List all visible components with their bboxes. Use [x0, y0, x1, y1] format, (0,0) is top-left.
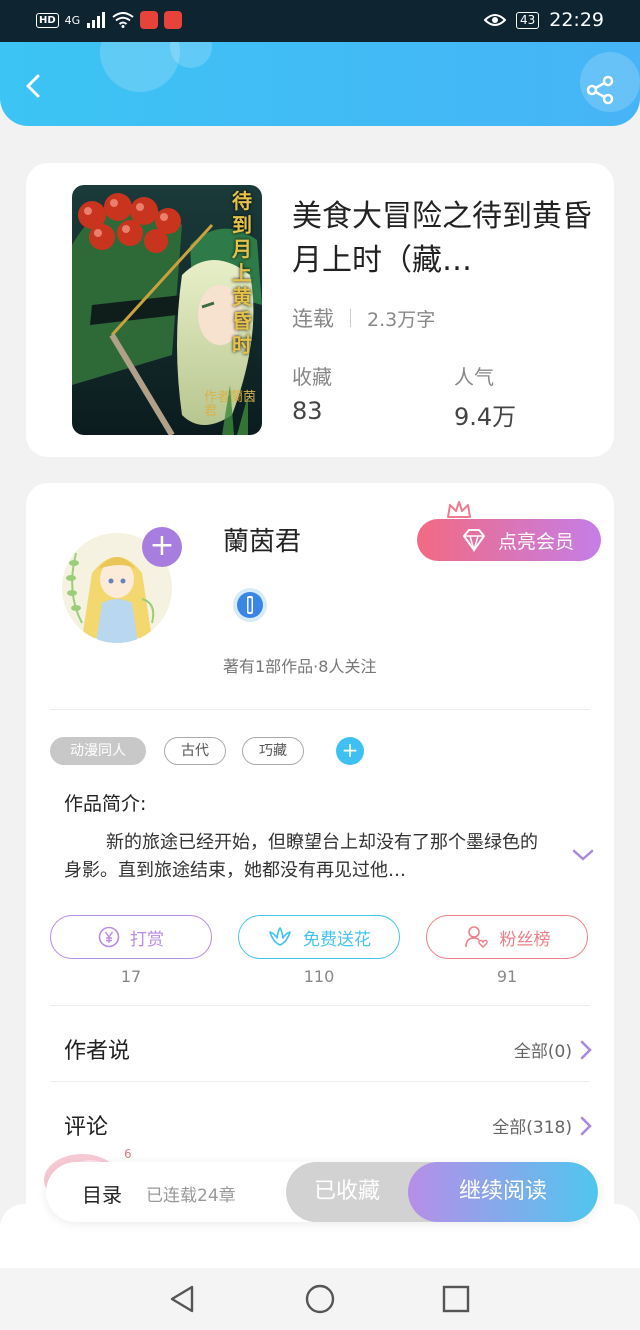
- flower-count: 110: [303, 967, 335, 986]
- book-cover[interactable]: 待到月上黄昏时 作者蘭茵君: [72, 185, 262, 435]
- battery-indicator: 43: [515, 11, 540, 29]
- share-icon: [586, 75, 614, 105]
- follow-author-button[interactable]: +: [142, 527, 182, 567]
- decor-bubble: [100, 42, 180, 92]
- book-info-card: 待到月上黄昏时 作者蘭茵君 美食大冒险之待到黄昏月上时（藏… 连载 2.3万字 …: [26, 163, 614, 457]
- reward-label: 打赏: [130, 929, 164, 950]
- tag-ancient[interactable]: 古代: [164, 737, 226, 765]
- square-recent-icon: [442, 1285, 470, 1313]
- eye-icon: [483, 14, 506, 26]
- svg-text:6: 6: [124, 1147, 132, 1161]
- send-flower-button[interactable]: 免费送花: [238, 915, 400, 959]
- collected-label: 已收藏: [313, 1179, 380, 1204]
- status-bar: HD 4G 43 22:29: [0, 0, 640, 42]
- divider: [50, 1081, 590, 1082]
- circle-home-icon: [305, 1284, 335, 1314]
- nav-home-button[interactable]: [304, 1283, 336, 1315]
- intro-title: 作品简介:: [64, 793, 147, 815]
- author-stats: 著有1部作品·8人关注: [223, 657, 377, 676]
- intro-text: 新的旅途已经开始，但瞭望台上却没有了那个墨绿色的身影。直到旅途结束，她都没有再见…: [64, 832, 538, 881]
- author-says-link[interactable]: 全部(0): [514, 1037, 592, 1062]
- popularity-label: 人气: [454, 365, 494, 389]
- fan-ranking-button[interactable]: 粉丝榜: [426, 915, 588, 959]
- send-flower-label: 免费送花: [303, 929, 371, 950]
- chapter-count: 已连载24章: [146, 1186, 236, 1206]
- detail-card: + 蘭茵君 著有1部作品·8人关注 点亮会员 动漫同人 古代 巧藏 + 作品简介…: [26, 483, 614, 1243]
- divider: [50, 709, 590, 710]
- reward-count: 17: [120, 967, 142, 986]
- flower-icon: [269, 927, 291, 946]
- author-says-title: 作者说: [64, 1039, 131, 1064]
- popularity-value: 9.4万: [454, 403, 517, 431]
- bottom-action-bar: 目录 已连载24章 已收藏 继续阅读: [46, 1162, 598, 1222]
- share-button[interactable]: [584, 74, 616, 106]
- chevron-right-icon: [580, 1040, 592, 1059]
- chevron-left-icon: [26, 74, 40, 98]
- reward-button[interactable]: 打赏: [50, 915, 212, 959]
- status-right: 43 22:29: [483, 9, 604, 31]
- toc-label: 目录: [82, 1183, 122, 1207]
- book-meta: 连载 2.3万字: [292, 303, 435, 333]
- signal-icon: [87, 12, 106, 28]
- back-button[interactable]: [18, 70, 50, 102]
- cover-signature: 作者蘭茵君: [204, 390, 257, 419]
- fan-ranking-label: 粉丝榜: [499, 929, 551, 950]
- comments-link[interactable]: 全部(318): [492, 1113, 592, 1138]
- medal-icon: [233, 588, 267, 622]
- word-count: 2.3万字: [367, 308, 436, 331]
- book-title: 美食大冒险之待到黄昏月上时（藏…: [292, 199, 592, 278]
- system-nav-bar: [0, 1268, 640, 1330]
- author-says-link-label: 全部(0): [513, 1042, 572, 1062]
- hd-indicator: HD: [36, 12, 59, 28]
- expand-intro-button[interactable]: [570, 845, 596, 865]
- diamond-icon: [462, 529, 485, 552]
- signal-label: 4G: [64, 13, 81, 27]
- tag-anime-fanfic[interactable]: 动漫同人: [50, 737, 146, 765]
- tag-qiaocang[interactable]: 巧藏: [242, 737, 304, 765]
- comments-link-label: 全部(318): [492, 1118, 572, 1138]
- yen-icon: [98, 926, 120, 948]
- collect-value: 83: [292, 397, 323, 425]
- triangle-back-icon: [170, 1285, 194, 1313]
- status-left: HD 4G: [36, 11, 183, 29]
- comments-title: 评论: [64, 1115, 109, 1140]
- cover-title-text: 待到月上黄昏时: [232, 189, 252, 357]
- divider: [50, 1005, 590, 1006]
- toc-button[interactable]: 目录 已连载24章: [46, 1162, 286, 1222]
- meta-divider: [350, 309, 351, 327]
- author-level-badge: [232, 587, 268, 623]
- huawei-app-icon: [140, 11, 159, 29]
- chevron-right-icon: [580, 1116, 592, 1135]
- book-app-icon: [164, 11, 183, 29]
- nav-back-button[interactable]: [166, 1283, 198, 1315]
- collect-label: 收藏: [292, 365, 332, 389]
- fan-count: 91: [496, 967, 518, 986]
- continue-reading-label: 继续阅读: [458, 1179, 547, 1204]
- clock: 22:29: [549, 9, 604, 31]
- chevron-down-icon: [572, 849, 594, 861]
- nav-recent-button[interactable]: [440, 1283, 472, 1315]
- vip-button[interactable]: 点亮会员: [417, 519, 601, 561]
- author-name[interactable]: 蘭茵君: [223, 521, 301, 558]
- crown-icon: [447, 501, 471, 518]
- user-heart-icon: [464, 926, 488, 948]
- vip-button-label: 点亮会员: [497, 530, 574, 553]
- continue-reading-button[interactable]: 继续阅读: [408, 1162, 598, 1222]
- wifi-icon: [112, 12, 134, 28]
- header: [0, 42, 640, 126]
- add-tag-button[interactable]: +: [336, 737, 364, 765]
- serial-status: 连载: [292, 307, 334, 331]
